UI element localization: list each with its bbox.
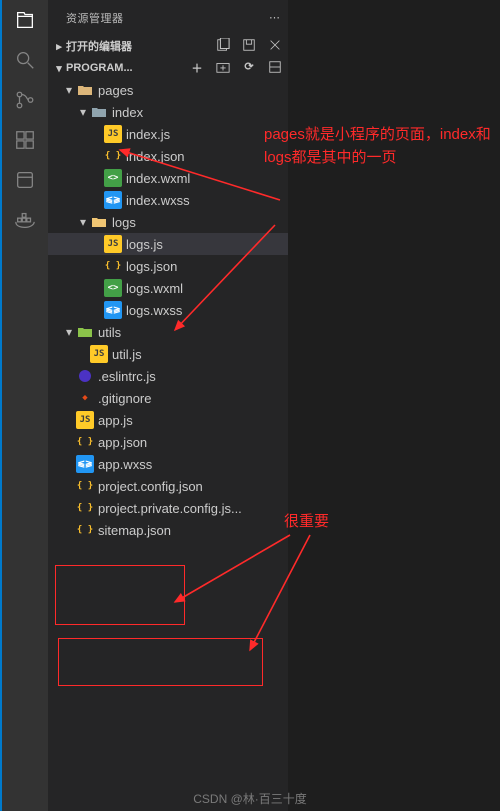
watermark: CSDN @林·百三十度 <box>0 790 500 807</box>
arrow-annotations <box>0 0 500 811</box>
